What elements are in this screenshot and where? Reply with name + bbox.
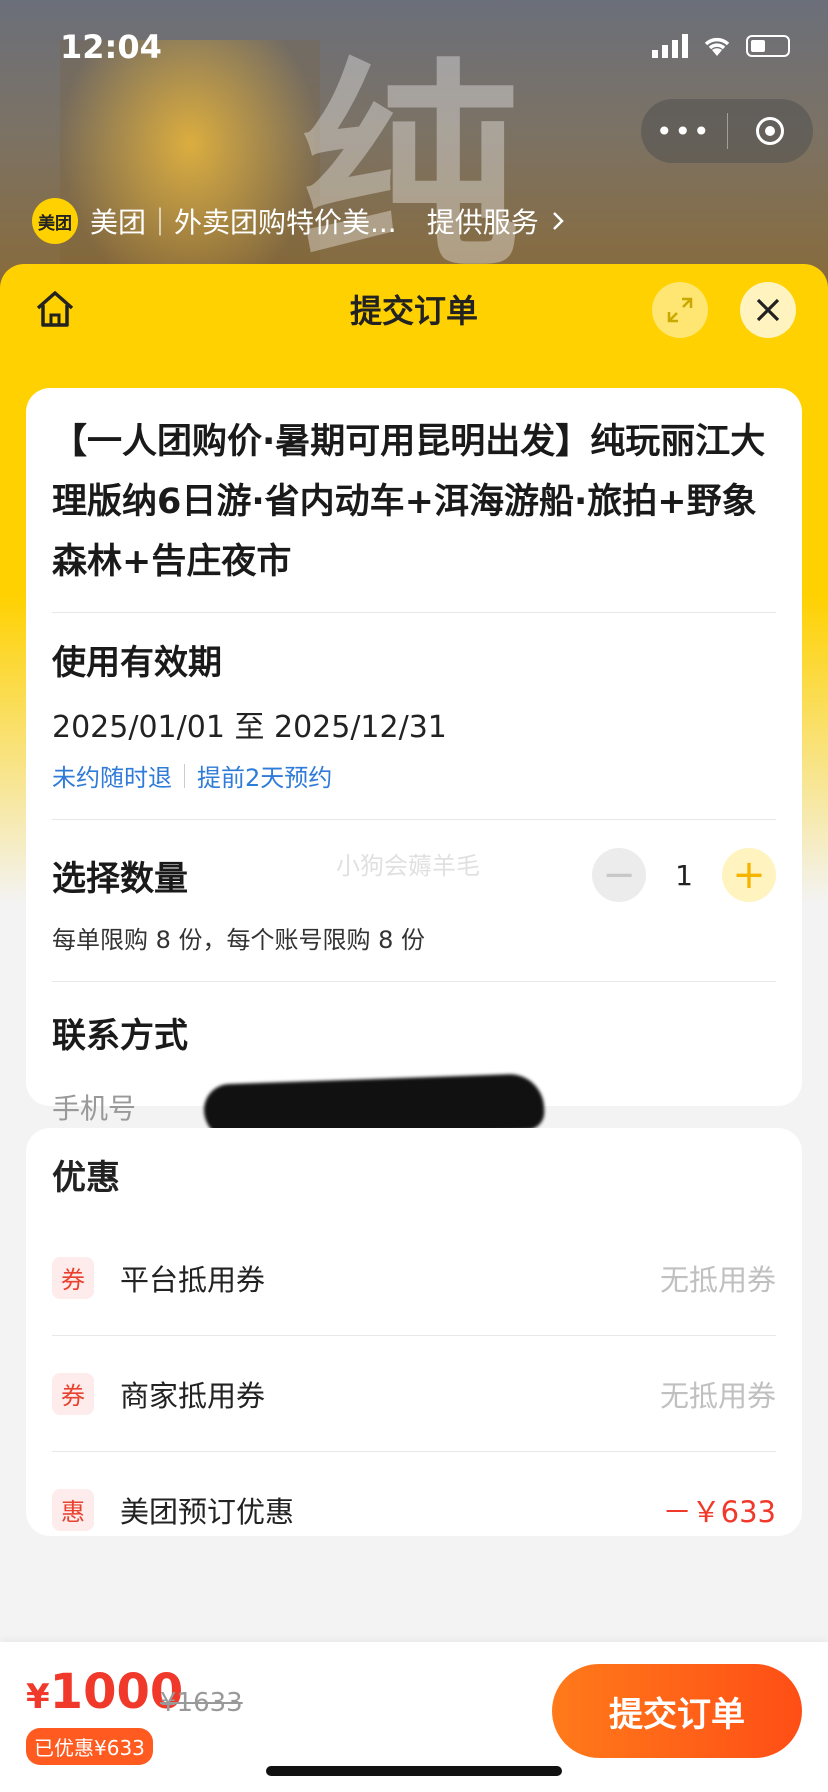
mini-app-title: 美团｜外卖团购特价美...	[90, 206, 397, 239]
tag-separator	[184, 763, 185, 788]
wifi-icon	[704, 37, 730, 56]
coupon-badge: 券	[52, 1372, 94, 1415]
validity-range: 2025/01/01 至 2025/12/31	[52, 710, 447, 745]
purchase-limit: 每单限购 8 份，每个账号限购 8 份	[52, 926, 426, 954]
target-icon	[756, 117, 785, 145]
validity-section: 使用有效期 2025/01/01 至 2025/12/31 未约随时退 提前2天…	[52, 613, 776, 793]
sheet-header: 提交订单	[0, 264, 828, 354]
chevron-right-icon	[552, 212, 564, 230]
quantity-section: 选择数量 − 1 + 每单限购 8 份，每个账号限购 8 份	[52, 820, 776, 955]
quantity-stepper: − 1 +	[592, 848, 776, 902]
coupon-value: 无抵用券	[659, 1262, 776, 1297]
coupon-label: 商家抵用券	[120, 1378, 266, 1413]
decrease-button[interactable]: −	[592, 848, 646, 902]
discount-title: 优惠	[52, 1158, 120, 1198]
increase-button[interactable]: +	[722, 848, 776, 902]
home-indicator[interactable]	[266, 1766, 562, 1776]
status-icons	[652, 34, 790, 58]
banner-graphic: 纯	[300, 40, 520, 296]
original-price: ¥1633	[160, 1688, 243, 1718]
discount-badge: 惠	[52, 1488, 94, 1531]
submit-order-button[interactable]: 提交订单	[552, 1664, 802, 1758]
quantity-label: 选择数量	[52, 858, 188, 899]
watermark: 小狗会薅羊毛	[336, 852, 480, 880]
currency-symbol: ¥	[26, 1677, 50, 1717]
more-dots-icon: •••	[655, 114, 712, 148]
status-time: 12:04	[60, 28, 162, 66]
merchant-coupon-row[interactable]: 券 商家抵用券 无抵用券	[52, 1336, 776, 1451]
service-link[interactable]: 提供服务	[427, 201, 539, 241]
mini-app-info[interactable]: 美团 美团｜外卖团购特价美... 提供服务	[32, 196, 565, 246]
banner-decoration	[60, 40, 320, 300]
discount-label: 美团预订优惠	[120, 1494, 295, 1529]
policy-tags: 未约随时退 提前2天预约	[52, 758, 776, 793]
discount-value: －￥633	[662, 1494, 776, 1529]
coupon-badge: 券	[52, 1256, 94, 1299]
phone-label: 手机号	[52, 1092, 137, 1125]
expand-button[interactable]	[652, 282, 708, 338]
booking-discount-row: 惠 美团预订优惠 －￥633	[52, 1452, 776, 1567]
coupon-value: 无抵用券	[659, 1378, 776, 1413]
validity-label: 使用有效期	[52, 643, 222, 683]
more-button[interactable]: •••	[641, 115, 727, 148]
saved-badge: 已优惠¥633	[26, 1728, 153, 1765]
refund-policy-tag: 未约随时退	[52, 764, 172, 792]
discount-card: 优惠 券 平台抵用券 无抵用券 券 商家抵用券 无抵用券 惠 美团预订优惠 －￥…	[26, 1128, 802, 1536]
order-info-card: 【一人团购价·暑期可用昆明出发】纯玩丽江大理版纳6日游·省内动车+洱海游船·旅拍…	[26, 388, 802, 1141]
contact-label: 联系方式	[52, 1016, 188, 1056]
mini-program-capsule: •••	[641, 99, 813, 163]
quantity-value: 1	[675, 858, 693, 892]
close-button[interactable]	[740, 282, 796, 338]
exit-mini-program-button[interactable]	[728, 117, 814, 145]
contact-section: 联系方式 手机号	[52, 982, 776, 1141]
coupon-label: 平台抵用券	[120, 1262, 266, 1297]
battery-icon	[746, 35, 790, 57]
signal-icon	[652, 34, 688, 58]
product-title: 【一人团购价·暑期可用昆明出发】纯玩丽江大理版纳6日游·省内动车+洱海游船·旅拍…	[52, 422, 766, 582]
platform-coupon-row[interactable]: 券 平台抵用券 无抵用券	[52, 1220, 776, 1335]
close-icon	[756, 298, 780, 322]
expand-icon	[667, 297, 693, 323]
booking-policy-tag: 提前2天预约	[197, 764, 333, 792]
meituan-logo: 美团	[32, 198, 78, 244]
